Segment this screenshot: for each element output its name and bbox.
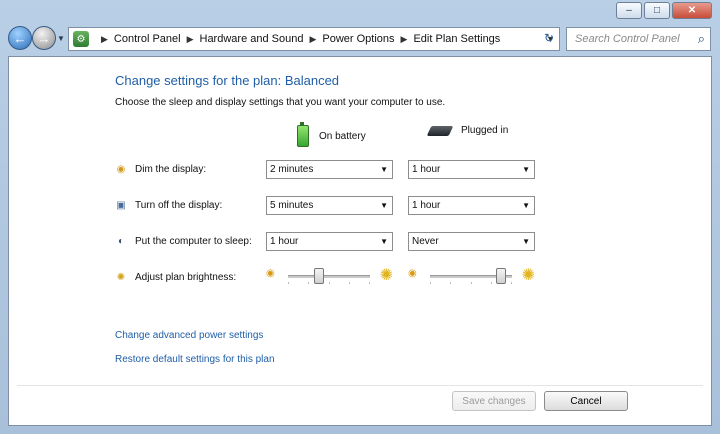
column-on-battery: On battery [297, 122, 366, 147]
dropdown-arrow-icon: ▼ [522, 201, 530, 210]
search-input[interactable]: Search Control Panel ⌕ [566, 27, 711, 51]
power-plug-icon [426, 125, 454, 136]
sun-icon: ✺ [116, 271, 126, 283]
slider-ticks [288, 282, 370, 284]
sun-small-icon: ◉ [266, 268, 275, 279]
sleep-battery-value: 1 hour [270, 236, 299, 247]
turn-off-display-battery-select[interactable]: 5 minutes ▼ [266, 196, 393, 215]
sun-dim-icon: ◉ [116, 163, 126, 175]
column-label-plugged-in: Plugged in [461, 125, 509, 136]
turn-off-display-plugged-select[interactable]: 1 hour ▼ [408, 196, 535, 215]
search-icon[interactable]: ⌕ [698, 31, 705, 47]
brightness-plugged-slider[interactable]: ◉ ✺ [408, 264, 535, 288]
sleep-battery-select[interactable]: 1 hour ▼ [266, 232, 393, 251]
slider-tick [308, 282, 310, 284]
sun-large-icon: ✺ [379, 267, 393, 284]
breadcrumb-hardware-and-sound[interactable]: Hardware and Sound [200, 33, 304, 45]
dropdown-arrow-icon: ▼ [522, 237, 530, 246]
title-bar: – □ ✕ [0, 0, 720, 24]
slider-tick [348, 282, 350, 284]
breadcrumb-edit-plan-settings[interactable]: Edit Plan Settings [413, 33, 500, 45]
turn-off-display-label: Turn off the display: [135, 199, 223, 211]
control-panel-icon: ⚙ [73, 31, 89, 47]
window-controls: – □ ✕ [616, 2, 712, 19]
refresh-button[interactable]: ↻ [540, 28, 558, 48]
moon-icon: ◐ [117, 235, 125, 247]
breadcrumb-separator-icon: ▶ [101, 33, 108, 44]
address-bar[interactable]: ⚙ ▶ Control Panel ▶ Hardware and Sound ▶… [68, 27, 560, 51]
brightness-label: Adjust plan brightness: [135, 271, 237, 283]
slider-tick [369, 282, 370, 284]
sun-small-icon: ◉ [408, 268, 417, 279]
slider-tick [450, 282, 452, 284]
breadcrumb-separator-icon: ▶ [309, 33, 317, 44]
slider-thumb[interactable] [314, 268, 325, 284]
divider [17, 385, 703, 386]
slider-tick [490, 282, 492, 284]
dim-display-plugged-value: 1 hour [412, 164, 441, 175]
row-brightness: ✺ Adjust plan brightness: [115, 271, 236, 283]
maximize-button[interactable]: □ [644, 2, 670, 19]
dim-display-plugged-select[interactable]: 1 hour ▼ [408, 160, 535, 179]
slider-track [288, 275, 370, 278]
battery-icon [297, 122, 309, 147]
row-turn-off-display: ▣ Turn off the display: [115, 199, 222, 211]
slider-tick [288, 282, 289, 284]
search-placeholder: Search Control Panel [575, 33, 680, 45]
sun-large-icon: ✺ [521, 267, 535, 284]
forward-button[interactable]: → [32, 26, 56, 50]
slider-tick [511, 282, 512, 284]
navigation-bar: ← → ▼ ⚙ ▶ Control Panel ▶ Hardware and S… [0, 24, 720, 56]
sleep-label: Put the computer to sleep: [135, 235, 252, 247]
dropdown-arrow-icon: ▼ [522, 165, 530, 174]
slider-tick [328, 282, 330, 284]
control-panel-window: – □ ✕ ← → ▼ ⚙ ▶ Control Panel ▶ Hardware… [0, 0, 720, 434]
advanced-power-settings-link[interactable]: Change advanced power settings [115, 330, 263, 341]
row-dim-display: ◉ Dim the display: [115, 163, 207, 175]
recent-pages-dropdown-icon[interactable]: ▼ [57, 34, 65, 43]
row-sleep: ◐ Put the computer to sleep: [115, 235, 252, 247]
column-label-on-battery: On battery [319, 130, 366, 142]
dropdown-arrow-icon: ▼ [380, 201, 388, 210]
sleep-plugged-select[interactable]: Never ▼ [408, 232, 535, 251]
slider-thumb[interactable] [495, 268, 506, 284]
dim-display-label: Dim the display: [135, 163, 207, 175]
cancel-button[interactable]: Cancel [544, 391, 628, 411]
dim-display-battery-select[interactable]: 2 minutes ▼ [266, 160, 393, 179]
dropdown-arrow-icon: ▼ [380, 237, 388, 246]
brightness-battery-slider[interactable]: ◉ ✺ [266, 264, 393, 288]
breadcrumb-power-options[interactable]: Power Options [322, 33, 394, 45]
slider-tick [430, 282, 431, 284]
restore-defaults-link[interactable]: Restore default settings for this plan [115, 354, 275, 365]
breadcrumb-separator-icon: ▶ [400, 33, 408, 44]
minimize-button[interactable]: – [616, 2, 642, 19]
column-plugged-in: Plugged in [426, 125, 509, 136]
save-changes-button[interactable]: Save changes [452, 391, 536, 411]
content-panel: Change settings for the plan: Balanced C… [8, 56, 712, 426]
dim-display-battery-value: 2 minutes [270, 164, 314, 175]
slider-tick [470, 282, 472, 284]
turn-off-display-plugged-value: 1 hour [412, 200, 441, 211]
back-button[interactable]: ← [8, 26, 32, 50]
page-subtitle: Choose the sleep and display settings th… [115, 97, 446, 108]
dropdown-arrow-icon: ▼ [380, 165, 388, 174]
breadcrumb-control-panel[interactable]: Control Panel [114, 33, 181, 45]
close-button[interactable]: ✕ [672, 2, 712, 19]
page-title: Change settings for the plan: Balanced [115, 73, 340, 88]
breadcrumb-separator-icon: ▶ [186, 33, 194, 44]
turn-off-display-battery-value: 5 minutes [270, 200, 314, 211]
monitor-icon: ▣ [116, 199, 126, 211]
sleep-plugged-value: Never [412, 236, 439, 247]
